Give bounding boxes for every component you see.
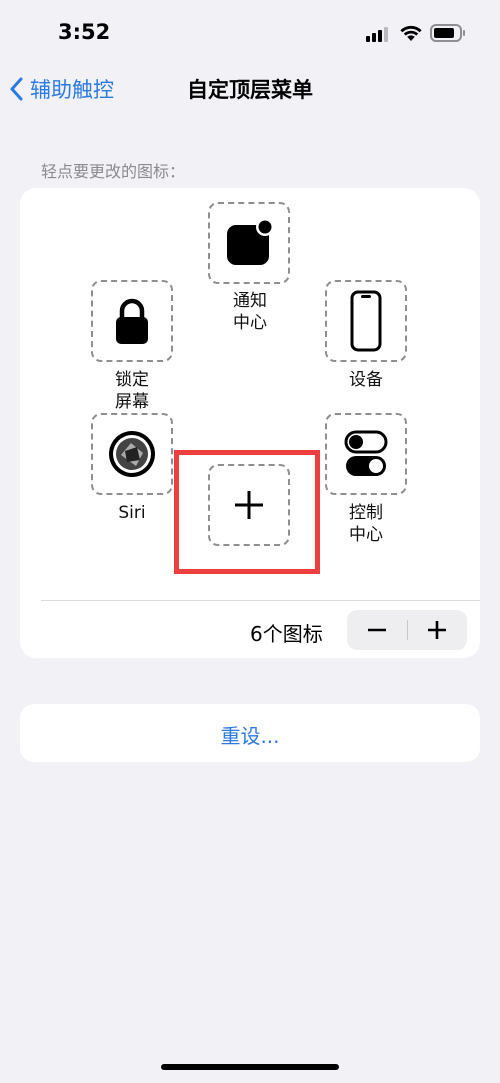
battery-icon [430, 24, 465, 42]
device-icon [350, 290, 382, 352]
control-center-icon [344, 430, 388, 476]
lock-screen-icon [116, 298, 148, 344]
slot-notification-center[interactable] [208, 202, 290, 284]
highlight-box [174, 450, 320, 574]
navigation-bar: 辅助触控 自定顶层菜单 [0, 64, 500, 114]
slot-label-siri: Siri [118, 503, 146, 523]
page-title: 自定顶层菜单 [187, 78, 313, 102]
reset-button-label: 重设... [220, 724, 280, 748]
cellular-signal-icon [366, 26, 392, 42]
reset-button[interactable]: 重设... [20, 704, 480, 762]
icon-count-stepper[interactable] [347, 610, 467, 650]
siri-icon [109, 431, 155, 477]
decrement-button[interactable] [347, 610, 407, 650]
slot-device[interactable] [325, 280, 407, 362]
slot-label-control-center: 控制 中心 [349, 503, 383, 545]
status-time: 3:52 [58, 20, 111, 44]
slot-control-center[interactable] [325, 413, 407, 495]
home-indicator[interactable] [161, 1064, 339, 1070]
notification-center-icon [227, 218, 274, 265]
slot-label-notification-center: 通知 中心 [233, 291, 267, 333]
increment-button[interactable] [407, 610, 467, 650]
status-bar: 3:52 [0, 0, 500, 64]
wifi-icon [400, 25, 422, 41]
plus-icon [428, 621, 446, 639]
slot-label-device: 设备 [349, 370, 383, 390]
section-hint: 轻点要更改的图标： [41, 162, 186, 181]
slot-siri[interactable] [91, 413, 173, 495]
menu-editor-card: 通知 中心 锁定 屏幕 设备 Siri 控制 中心 6个图标 [20, 188, 480, 658]
slot-lock-screen[interactable] [91, 280, 173, 362]
icon-count-label: 6个图标 [250, 622, 323, 646]
slot-label-lock-screen: 锁定 屏幕 [115, 370, 149, 412]
minus-icon [368, 628, 386, 632]
divider [41, 600, 480, 601]
